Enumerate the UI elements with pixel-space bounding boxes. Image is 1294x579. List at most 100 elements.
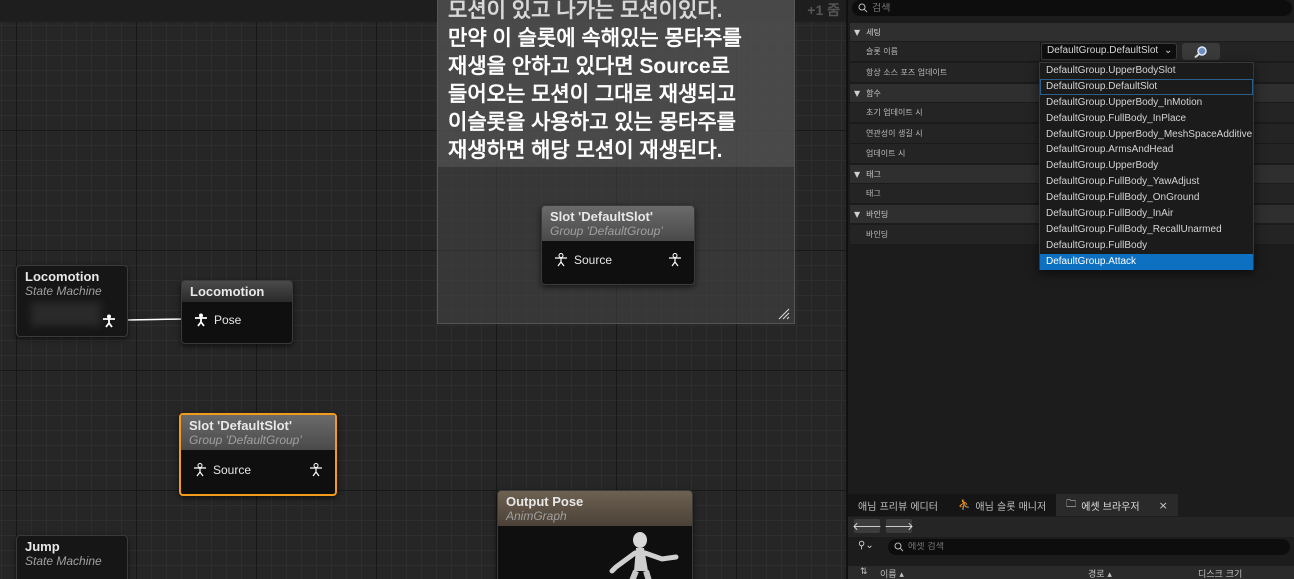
comment-line: 만약 이 슬롯에 속해있는 몽타주를 xyxy=(448,27,742,50)
slot-name-value: DefaultGroup.DefaultSlot xyxy=(1047,45,1159,56)
pose-pin-outline-icon xyxy=(194,463,206,477)
chevron-down-icon: ⌄ xyxy=(1163,45,1173,56)
slot-name-select[interactable]: DefaultGroup.DefaultSlot ⌄ xyxy=(1041,43,1177,60)
tab-label: 애님 프리뷰 에디터 xyxy=(858,501,938,513)
resize-handle-icon[interactable] xyxy=(778,308,790,320)
asset-search[interactable] xyxy=(888,539,1290,555)
mannequin-icon xyxy=(609,532,679,579)
section-label: 태그 xyxy=(866,169,881,179)
slot-node-in-comment[interactable]: Slot 'DefaultSlot' Group 'DefaultGroup' … xyxy=(541,205,695,285)
comment-text[interactable]: 모션이 있고 나가는 모션이있다. 만약 이 슬롯에 속해있는 몽타주를 재생을… xyxy=(438,0,794,167)
tab-asset-browser[interactable]: 🗀 에셋 브라우저 × xyxy=(1056,494,1178,516)
comment-line: 재생을 안하고 있다면 Source로 xyxy=(448,55,730,78)
column-name[interactable]: 이름 ▴ xyxy=(880,567,904,579)
tab-anim-slot-manager[interactable]: ⛹ 애님 슬롯 매니저 xyxy=(947,494,1057,516)
prop-label: 항상 소스 포즈 업데이트 xyxy=(866,68,948,77)
prop-label: 슬롯 이름 xyxy=(866,47,898,56)
search-icon xyxy=(894,542,904,552)
output-pose-pin-icon[interactable] xyxy=(668,253,682,267)
zoom-label: +1 줌 xyxy=(807,2,840,18)
dropdown-option[interactable]: DefaultGroup.UpperBody_InMotion xyxy=(1040,95,1253,111)
magnifier-icon xyxy=(1194,45,1207,58)
bottom-tab-bar: 애님 프리뷰 에디터 ⛹ 애님 슬롯 매니저 🗀 에셋 브라우저 × xyxy=(848,494,1294,516)
column-icon: ⇅ xyxy=(860,567,868,577)
collapse-arrow-icon: ▼ xyxy=(854,209,861,219)
filter-row: ⚲⌄ xyxy=(848,538,1294,558)
dropdown-option[interactable]: DefaultGroup.FullBody_InAir xyxy=(1040,206,1253,222)
search-icon xyxy=(858,3,868,13)
dropdown-option[interactable]: DefaultGroup.UpperBody_MeshSpaceAdditive xyxy=(1040,127,1253,143)
comment-line: 재생하면 해당 모션이 재생된다. xyxy=(448,139,723,162)
column-disk-size[interactable]: 디스크 크기 xyxy=(1198,567,1242,579)
prop-label: 초기 업데이트 시 xyxy=(866,108,923,117)
slot-node-selected[interactable]: Slot 'DefaultSlot' Group 'DefaultGroup' … xyxy=(179,413,337,496)
node-title: Jump xyxy=(25,539,60,554)
node-title: Locomotion xyxy=(190,284,265,299)
pose-pin-icon[interactable] xyxy=(102,314,116,328)
back-button[interactable]: 🡐 xyxy=(852,519,882,533)
pose-pin[interactable]: Pose xyxy=(194,313,241,327)
arrow-left-icon: 🡐 xyxy=(852,520,882,533)
prop-label: 바인딩 xyxy=(866,230,889,239)
asset-column-header: ⇅ 이름 ▴ 경로 ▴ 디스크 크기 xyxy=(848,566,1294,579)
node-title: Output Pose xyxy=(506,494,584,509)
source-pin[interactable]: Source xyxy=(193,463,251,477)
filter-icon[interactable]: ⚲⌄ xyxy=(858,540,874,551)
collapse-arrow-icon: ▼ xyxy=(854,169,861,179)
node-subtitle: Group 'DefaultGroup' xyxy=(189,433,302,447)
slot-name-dropdown[interactable]: DefaultGroup.UpperBodySlot DefaultGroup.D… xyxy=(1039,62,1254,270)
dropdown-option[interactable]: DefaultGroup.FullBody xyxy=(1040,238,1253,254)
details-search[interactable] xyxy=(852,0,1292,16)
comment-line: 모션이 있고 나가는 모션이있다. xyxy=(448,0,723,22)
section-settings[interactable]: ▼ 세팅 xyxy=(850,23,1294,41)
prop-label: 태그 xyxy=(866,189,881,198)
node-subtitle: State Machine xyxy=(25,554,102,568)
details-search-input[interactable] xyxy=(872,2,1272,14)
jump-state-machine-node[interactable]: Jump State Machine xyxy=(16,535,128,579)
node-header: Slot 'DefaultSlot' Group 'DefaultGroup' xyxy=(542,206,694,241)
node-header: Output Pose AnimGraph xyxy=(498,491,692,526)
output-pose-node[interactable]: Output Pose AnimGraph xyxy=(497,490,693,579)
pin-label: Pose xyxy=(214,313,242,327)
folder-icon: 🗀 xyxy=(1066,498,1077,510)
bottom-panel: 애님 프리뷰 에디터 ⛹ 애님 슬롯 매니저 🗀 에셋 브라우저 × 🡐 🡒 ⚲… xyxy=(846,490,1294,579)
collapse-arrow-icon: ▼ xyxy=(854,88,861,98)
tab-anim-preview-editor[interactable]: 애님 프리뷰 에디터 xyxy=(848,494,948,516)
dropdown-option[interactable]: DefaultGroup.FullBody_YawAdjust xyxy=(1040,174,1253,190)
slot-manager-icon: ⛹ xyxy=(957,499,971,511)
dropdown-option[interactable]: DefaultGroup.FullBody_RecallUnarmed xyxy=(1040,222,1253,238)
node-title: Slot 'DefaultSlot' xyxy=(189,418,292,433)
comment-line: 들어오는 모션이 그대로 재생되고 xyxy=(448,83,736,106)
node-subtitle: AnimGraph xyxy=(506,509,567,523)
prop-label: 업데이트 시 xyxy=(866,149,906,158)
arrow-right-icon: 🡒 xyxy=(884,520,914,533)
dropdown-option[interactable]: DefaultGroup.FullBody_InPlace xyxy=(1040,111,1253,127)
browse-button[interactable] xyxy=(1182,43,1220,60)
dropdown-option[interactable]: DefaultGroup.DefaultSlot xyxy=(1040,78,1253,95)
node-header: Jump State Machine xyxy=(17,536,127,571)
dropdown-option[interactable]: DefaultGroup.ArmsAndHead xyxy=(1040,142,1253,158)
output-pose-pin-icon[interactable] xyxy=(309,463,323,477)
node-subtitle: Group 'DefaultGroup' xyxy=(550,224,663,238)
pin-label: Source xyxy=(213,463,252,477)
node-preview-thumbnail xyxy=(31,302,101,326)
dropdown-option[interactable]: DefaultGroup.UpperBodySlot xyxy=(1040,63,1253,79)
locomotion-pose-node[interactable]: Locomotion Pose xyxy=(181,280,293,344)
forward-button[interactable]: 🡒 xyxy=(884,519,914,533)
section-label: 바인딩 xyxy=(866,209,889,219)
pin-label: Source xyxy=(574,253,613,267)
tab-label: 에셋 브라우저 xyxy=(1081,501,1140,513)
section-label: 함수 xyxy=(866,88,881,98)
node-title: Slot 'DefaultSlot' xyxy=(550,209,653,224)
dropdown-option[interactable]: DefaultGroup.UpperBody xyxy=(1040,158,1253,174)
close-icon[interactable]: × xyxy=(1159,499,1168,512)
dropdown-option[interactable]: DefaultGroup.Attack xyxy=(1040,253,1253,270)
locomotion-state-machine-node[interactable]: Locomotion State Machine xyxy=(16,265,128,337)
source-pin[interactable]: Source xyxy=(554,253,612,267)
node-header: Slot 'DefaultSlot' Group 'DefaultGroup' xyxy=(181,415,335,450)
anim-graph-canvas[interactable]: +1 줌 모션이 있고 나가는 모션이있다. 만약 이 슬롯에 속해있는 몽타주… xyxy=(0,0,846,579)
node-subtitle: State Machine xyxy=(25,284,102,298)
column-path[interactable]: 경로 ▴ xyxy=(1088,567,1112,579)
dropdown-option[interactable]: DefaultGroup.FullBody_OnGround xyxy=(1040,190,1253,206)
asset-search-input[interactable] xyxy=(908,542,1268,552)
